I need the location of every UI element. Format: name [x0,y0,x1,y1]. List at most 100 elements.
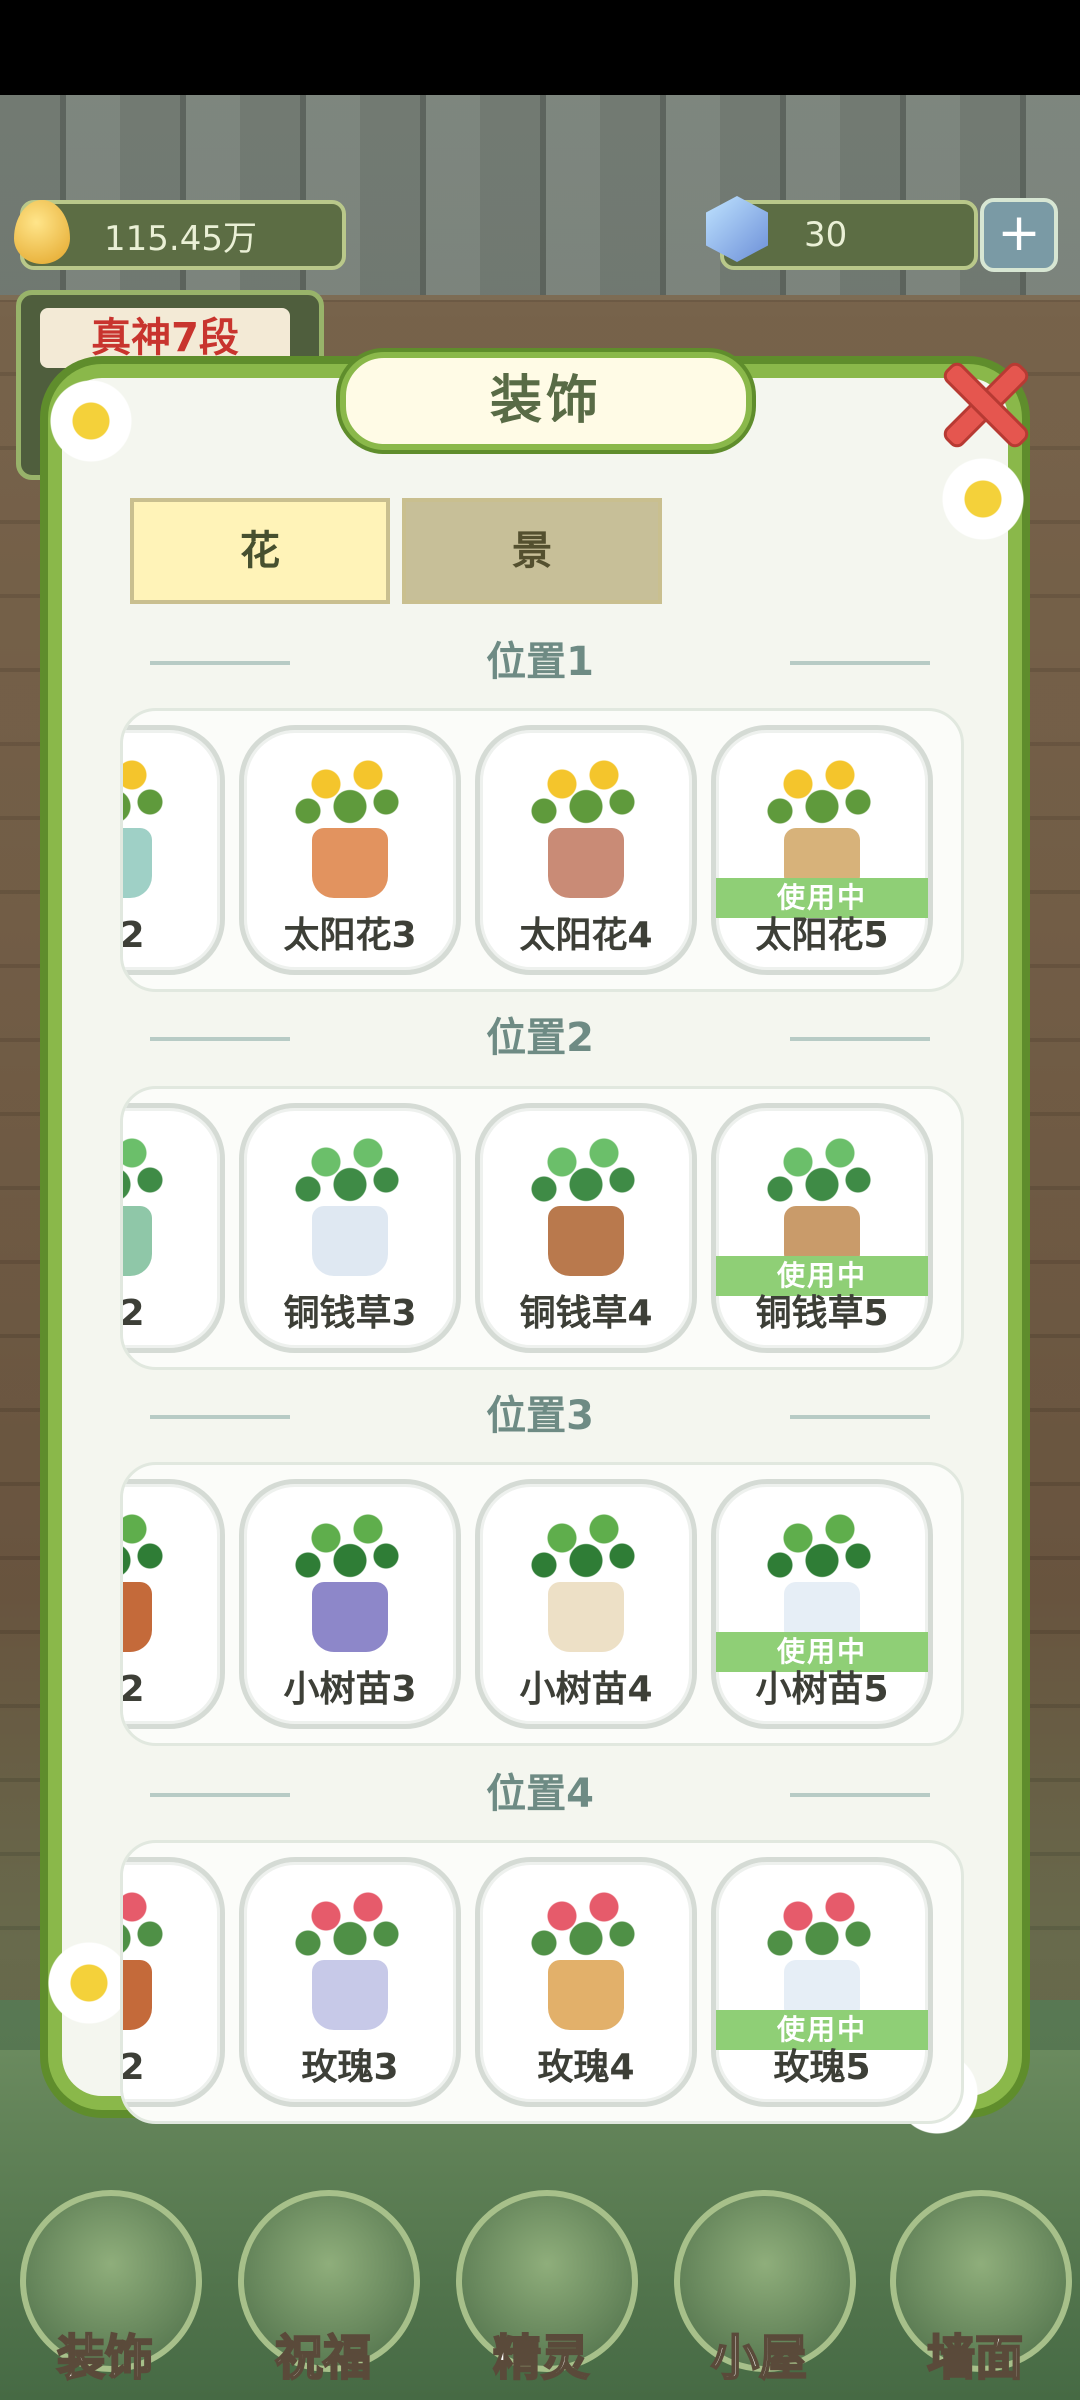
pot-icon [312,1206,388,1276]
item-label: 太阳花3 [283,915,417,956]
nav-label-blessing: 祝福 [274,2329,372,2387]
plant-foliage [526,1880,646,1970]
plant-icon [123,1880,174,2030]
item-label: 铜钱草5 [755,1293,889,1334]
decoration-item-card[interactable]: 太阳花4 [475,725,697,975]
plant-icon [123,1502,174,1652]
ornament-line [790,1037,930,1041]
pot-icon [312,828,388,898]
item-label: 太阳花5 [755,915,889,956]
drops-value: 115.45万 [104,218,257,259]
plant-icon [123,748,174,898]
plant-icon [290,1126,410,1276]
plant-foliage [762,1880,882,1970]
nav-label-decorate: 装饰 [56,2329,154,2387]
plant-foliage [123,748,174,838]
plant-foliage [762,1502,882,1592]
ornament-line [790,1793,930,1797]
item-label: 小树苗4 [519,1669,653,1710]
plant-icon [526,1502,646,1652]
decoration-item-card[interactable]: 小树苗3 [239,1479,461,1729]
pot-icon [548,828,624,898]
item-label: 玫瑰5 [773,2047,871,2088]
plant-foliage [123,1126,174,1216]
plant-icon [762,1880,882,2030]
plant-foliage [290,748,410,838]
nav-label-spirit: 精灵 [492,2329,590,2387]
pot-icon [548,1206,624,1276]
section-title: 位置2 [486,1015,594,1061]
plant-foliage [526,1126,646,1216]
ornament-line [150,1415,290,1419]
decoration-item-card[interactable]: 太阳花3 [239,725,461,975]
ornament-line [150,661,290,665]
plant-foliage [123,1880,174,1970]
daisy-decoration-icon [48,378,134,464]
section-title: 位置3 [486,1393,594,1439]
plant-icon [526,748,646,898]
ornament-line [150,1037,290,1041]
decoration-item-card[interactable]: 使用中 小树苗5 [711,1479,933,1729]
plant-icon [290,748,410,898]
item-row-panel[interactable]: 花2 太阳花3 太阳花4 使用中太阳花5 [120,708,964,992]
section-header: 位置4 [150,1764,930,1824]
dialog-title: 装饰 [340,352,752,450]
plant-foliage [290,1880,410,1970]
plant-foliage [123,1502,174,1592]
plant-foliage [526,748,646,838]
pot-icon [123,828,152,898]
pot-icon [312,1960,388,2030]
plant-foliage [762,748,882,838]
item-label: 苗2 [120,1669,145,1710]
tab-flower[interactable]: 花 [130,498,390,604]
pot-icon [123,1582,152,1652]
plant-icon [123,1126,174,1276]
decoration-item-card[interactable]: 使用中 太阳花5 [711,725,933,975]
decoration-item-card[interactable]: 玫瑰4 [475,1857,697,2107]
item-label: 太阳花4 [519,915,653,956]
plant-icon [526,1880,646,2030]
section-header: 位置2 [150,1008,930,1068]
item-label: 瑰2 [120,2047,145,2088]
item-row-panel[interactable]: 草2 铜钱草3 铜钱草4 使用中铜钱草5 [120,1086,964,1370]
plant-icon [762,748,882,898]
gems-value: 30 [804,215,848,255]
decoration-item-card[interactable]: 小树苗4 [475,1479,697,1729]
plant-icon [290,1502,410,1652]
item-label: 玫瑰4 [537,2047,635,2088]
item-row-panel[interactable]: 苗2 小树苗3 小树苗4 使用中小树苗5 [120,1462,964,1746]
add-gems-button[interactable]: + [980,198,1058,272]
decoration-item-card[interactable]: 草2 [120,1103,225,1353]
decoration-item-card[interactable]: 花2 [120,725,225,975]
section-title: 位置1 [486,639,594,685]
plant-foliage [526,1502,646,1592]
pot-icon [548,1582,624,1652]
ornament-line [150,1793,290,1797]
ornament-line [790,1415,930,1419]
item-label: 花2 [120,915,145,956]
plant-icon [290,1880,410,2030]
tab-scenery[interactable]: 景 [402,498,662,604]
plant-icon [762,1502,882,1652]
section-header: 位置1 [150,632,930,692]
item-row-panel[interactable]: 瑰2 玫瑰3 玫瑰4 使用中玫瑰5 [120,1840,964,2124]
plant-icon [526,1126,646,1276]
item-label: 小树苗5 [755,1669,889,1710]
pot-icon [123,1206,152,1276]
item-label: 铜钱草3 [283,1293,417,1334]
item-label: 铜钱草4 [519,1293,653,1334]
decoration-item-card[interactable]: 铜钱草4 [475,1103,697,1353]
section-header: 位置3 [150,1386,930,1446]
item-label: 草2 [120,1293,145,1334]
decoration-item-card[interactable]: 瑰2 [120,1857,225,2107]
decoration-item-card[interactable]: 铜钱草3 [239,1103,461,1353]
pot-icon [548,1960,624,2030]
decoration-item-card[interactable]: 玫瑰3 [239,1857,461,2107]
pot-icon [312,1582,388,1652]
decoration-item-card[interactable]: 使用中 铜钱草5 [711,1103,933,1353]
decoration-item-card[interactable]: 使用中 玫瑰5 [711,1857,933,2107]
plant-foliage [290,1502,410,1592]
pot-icon [123,1960,152,2030]
close-button[interactable] [936,352,1026,442]
decoration-item-card[interactable]: 苗2 [120,1479,225,1729]
